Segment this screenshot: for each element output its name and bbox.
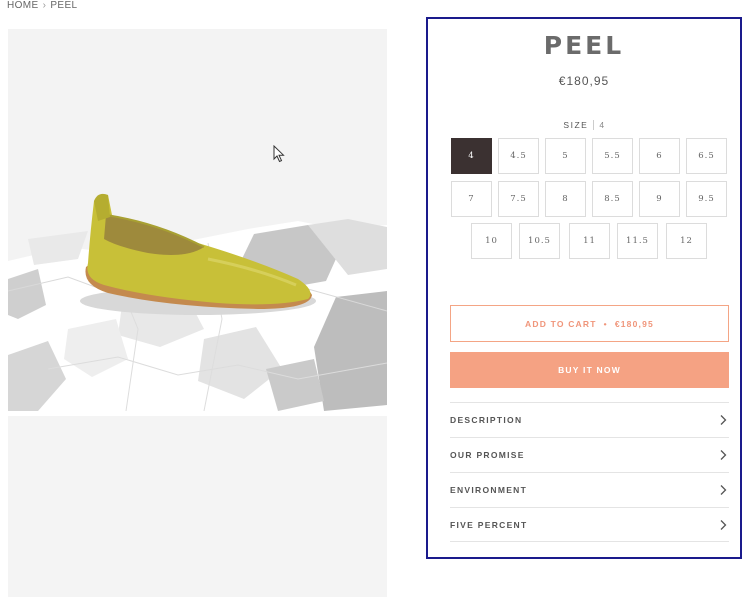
size-label: SIZE 4	[428, 120, 740, 130]
size-option-5-5[interactable]: 5.5	[592, 138, 633, 174]
size-option-7[interactable]: 7	[451, 181, 492, 217]
size-option-9[interactable]: 9	[639, 181, 680, 217]
size-option-4[interactable]: 4	[451, 138, 492, 174]
size-option-11-5[interactable]: 11.5	[617, 223, 658, 259]
size-option-4-5[interactable]: 4.5	[498, 138, 539, 174]
breadcrumb: HOME › PEEL	[7, 0, 78, 11]
size-option-6-5[interactable]: 6.5	[686, 138, 727, 174]
accordion-label: OUR PROMISE	[450, 450, 525, 460]
size-option-8[interactable]: 8	[545, 181, 586, 217]
size-label-divider	[593, 120, 595, 130]
product-image-main[interactable]	[8, 29, 387, 411]
size-option-6[interactable]: 6	[639, 138, 680, 174]
breadcrumb-separator: ›	[42, 0, 47, 11]
chevron-right-icon	[720, 415, 727, 425]
accordion-description[interactable]: DESCRIPTION	[450, 402, 729, 437]
size-option-7-5[interactable]: 7.5	[498, 181, 539, 217]
accordion-five-percent[interactable]: FIVE PERCENT	[450, 507, 729, 542]
breadcrumb-current: PEEL	[50, 0, 78, 11]
mouse-pointer-icon	[273, 145, 285, 163]
product-image-secondary[interactable]	[8, 416, 387, 597]
breadcrumb-home-link[interactable]: HOME	[7, 0, 39, 11]
accordion-label: FIVE PERCENT	[450, 519, 528, 530]
product-accordion: DESCRIPTION OUR PROMISE ENVIRONMENT FIVE…	[450, 402, 729, 542]
product-photo-shoe-on-tiles	[8, 29, 387, 411]
chevron-right-icon	[720, 485, 727, 495]
add-to-cart-button[interactable]: ADD TO CART • €180,95	[450, 305, 729, 342]
add-to-cart-separator: •	[603, 318, 608, 329]
size-option-10[interactable]: 10	[471, 223, 512, 259]
add-to-cart-label: ADD TO CART	[525, 318, 597, 329]
accordion-environment[interactable]: ENVIRONMENT	[450, 472, 729, 507]
accordion-label: ENVIRONMENT	[450, 485, 528, 495]
accordion-our-promise[interactable]: OUR PROMISE	[450, 437, 729, 472]
product-title: PEEL	[543, 31, 625, 60]
add-to-cart-price: €180,95	[614, 318, 654, 329]
chevron-right-icon	[720, 519, 727, 530]
size-option-8-5[interactable]: 8.5	[592, 181, 633, 217]
size-option-10-5[interactable]: 10.5	[519, 223, 560, 259]
size-label-text: SIZE	[563, 120, 589, 130]
size-option-12[interactable]: 12	[666, 223, 707, 259]
chevron-right-icon	[720, 450, 727, 460]
size-option-9-5[interactable]: 9.5	[686, 181, 727, 217]
product-info-panel: PEEL €180,95 SIZE 4 4 4.5 5 5.5 6 6.5 7 7…	[426, 17, 742, 559]
buy-it-now-label: BUY IT NOW	[558, 365, 621, 375]
buy-it-now-button[interactable]: BUY IT NOW	[450, 352, 729, 388]
size-option-5[interactable]: 5	[545, 138, 586, 174]
size-selected-value: 4	[599, 120, 605, 130]
size-option-11[interactable]: 11	[569, 223, 610, 259]
accordion-label: DESCRIPTION	[450, 415, 523, 425]
product-price: €180,95	[558, 74, 610, 88]
